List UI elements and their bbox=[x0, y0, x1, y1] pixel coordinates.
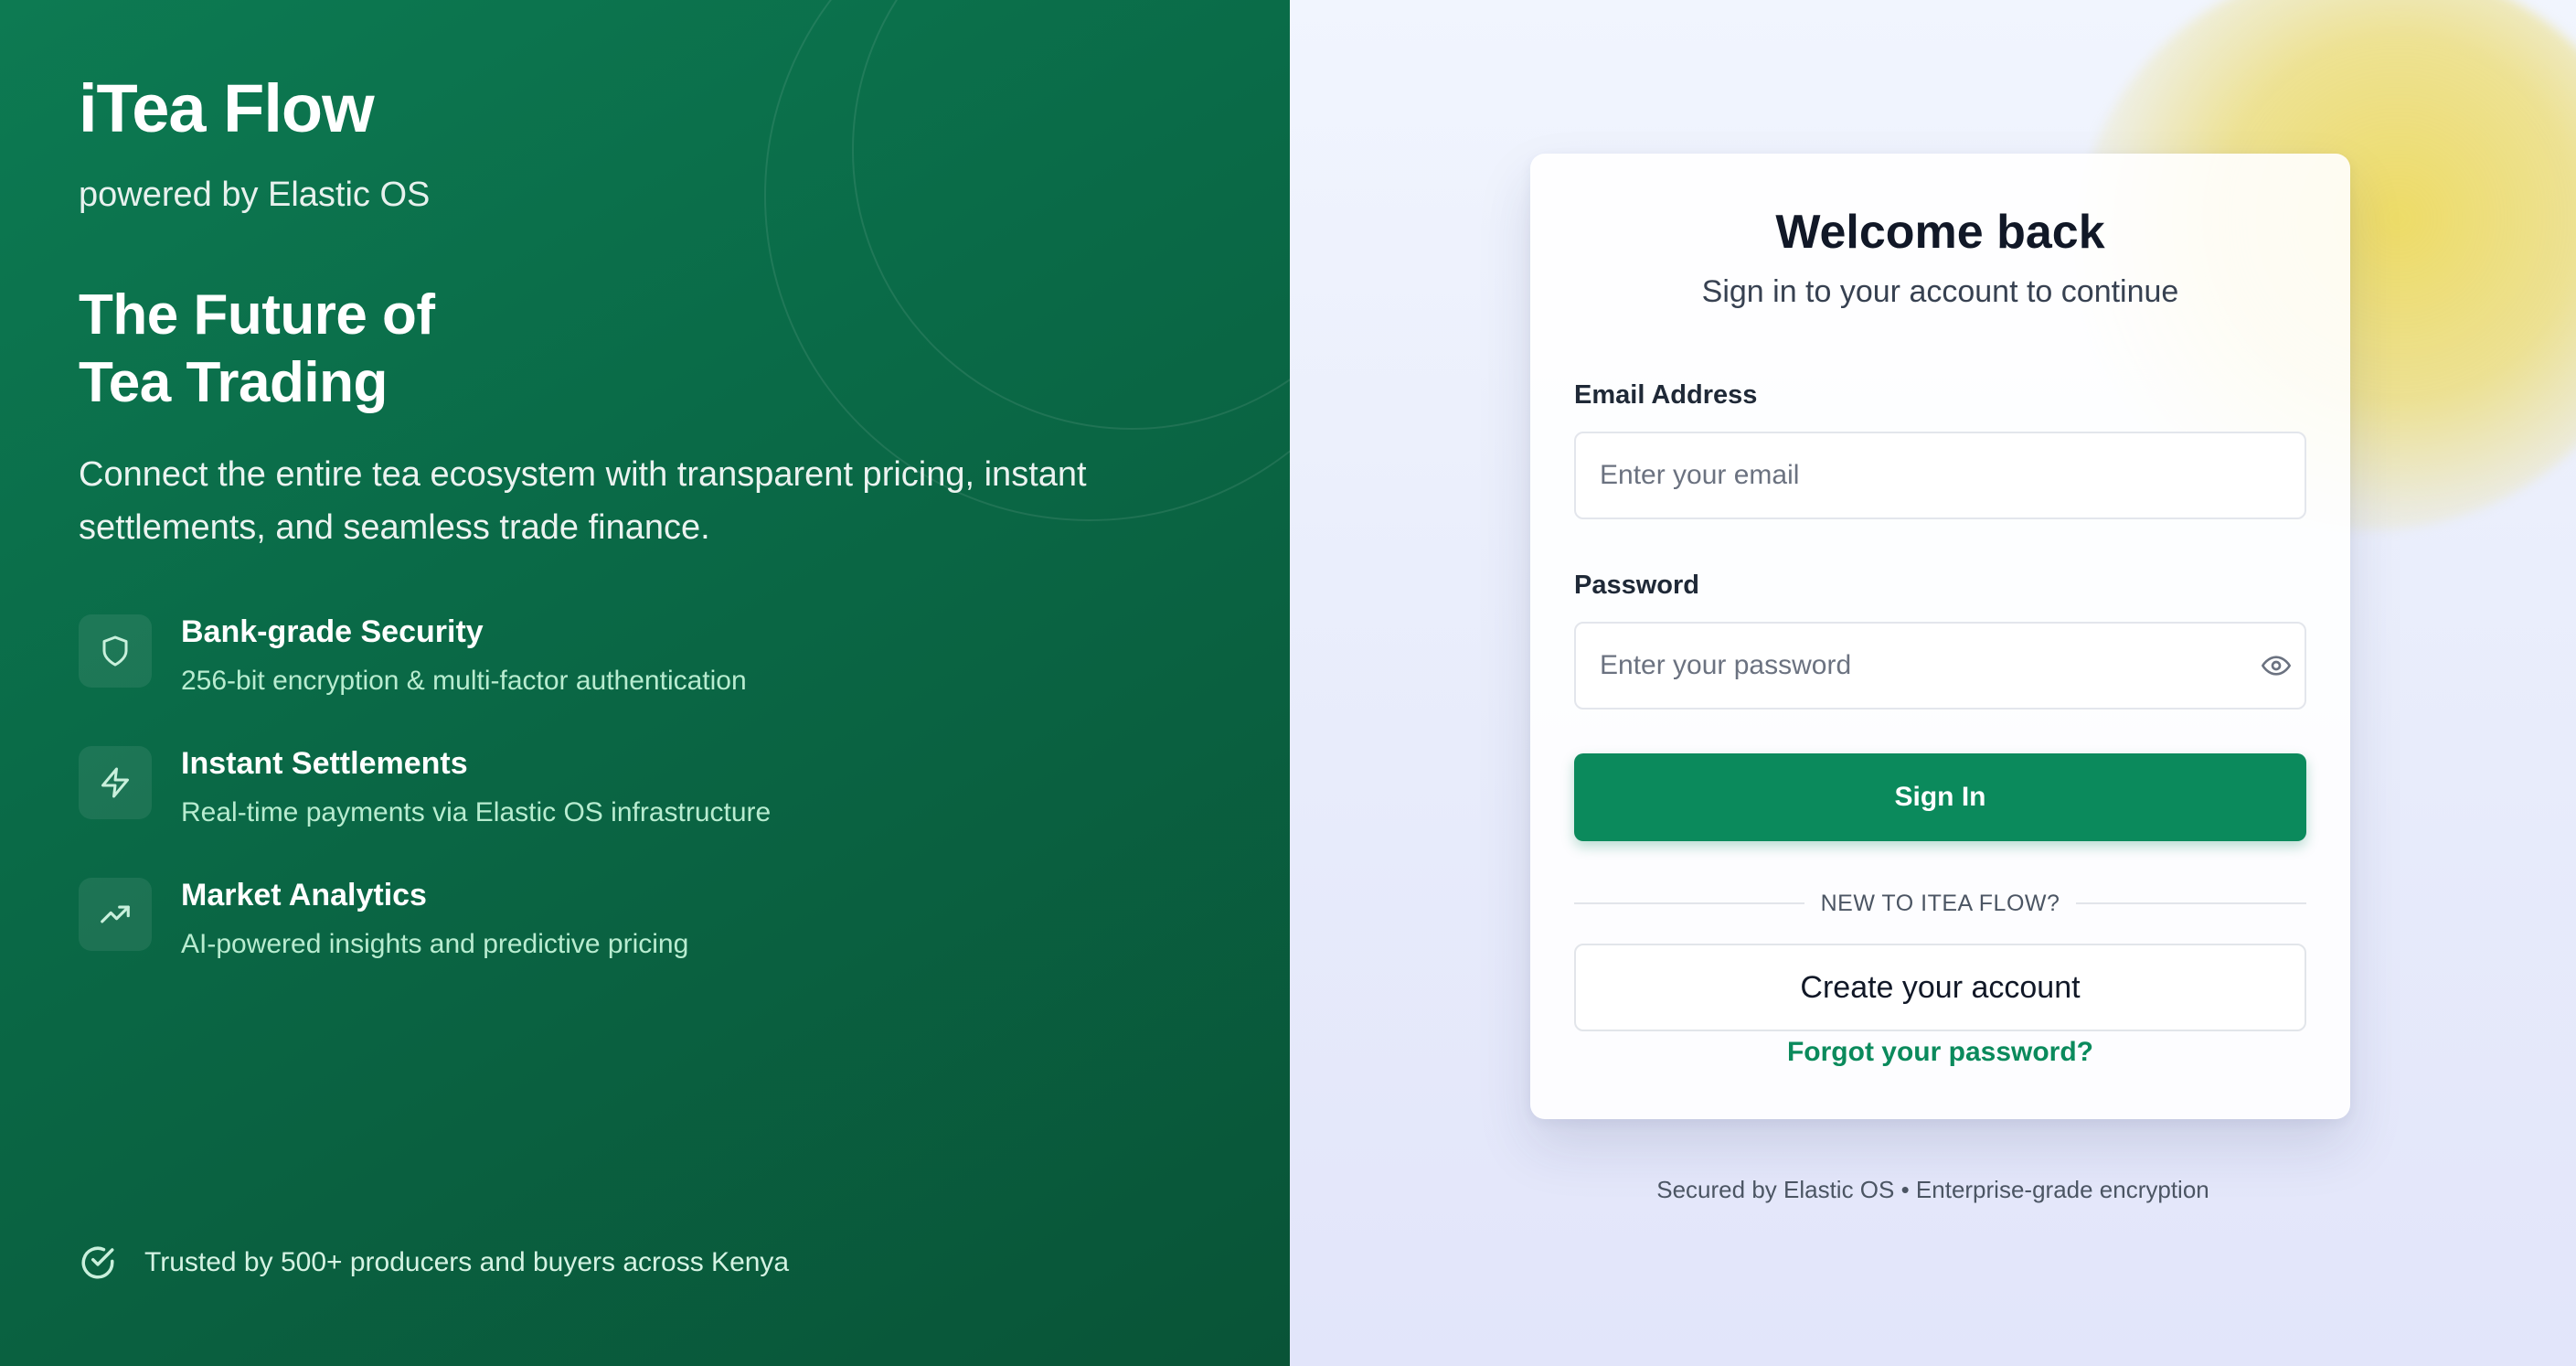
feature-security: Bank-grade Security 256-bit encryption &… bbox=[79, 614, 1176, 706]
feature-description: AI-powered insights and predictive prici… bbox=[181, 929, 689, 959]
divider-line bbox=[2076, 902, 2307, 904]
hero-heading: The Future of Tea Trading bbox=[79, 282, 810, 417]
brand-title: iTea Flow bbox=[79, 70, 375, 146]
password-label: Password bbox=[1574, 571, 1699, 600]
feature-title: Market Analytics bbox=[181, 878, 427, 912]
security-footer: Secured by Elastic OS • Enterprise-grade… bbox=[1656, 1176, 2209, 1203]
divider-line bbox=[1574, 902, 1804, 904]
divider-text: NEW TO ITEA FLOW? bbox=[1820, 890, 2060, 916]
feature-title: Instant Settlements bbox=[181, 746, 468, 781]
feature-description: 256-bit encryption & multi-factor authen… bbox=[181, 666, 747, 696]
password-field[interactable] bbox=[1574, 622, 2306, 710]
hero-line-1: The Future of bbox=[79, 283, 435, 347]
signup-divider: NEW TO ITEA FLOW? bbox=[1574, 885, 2307, 922]
feature-analytics: Market Analytics AI-powered insights and… bbox=[79, 878, 1176, 969]
forgot-password-link[interactable]: Forgot your password? bbox=[1530, 1037, 2350, 1068]
login-subtitle: Sign in to your account to continue bbox=[1701, 274, 2179, 309]
trending-up-icon bbox=[79, 878, 152, 951]
email-label: Email Address bbox=[1574, 380, 1758, 410]
shield-icon bbox=[79, 614, 152, 688]
feature-settlements: Instant Settlements Real-time payments v… bbox=[79, 746, 1176, 838]
feature-title: Bank-grade Security bbox=[181, 614, 484, 649]
eye-icon[interactable] bbox=[2262, 651, 2291, 680]
create-account-button[interactable]: Create your account bbox=[1574, 944, 2306, 1031]
brand-panel: iTea Flow powered by Elastic OS The Futu… bbox=[0, 0, 1290, 1366]
login-card: Welcome back Sign in to your account to … bbox=[1530, 154, 2350, 1119]
trusted-text: Trusted by 500+ producers and buyers acr… bbox=[144, 1247, 790, 1277]
brand-subtitle: powered by Elastic OS bbox=[79, 176, 431, 214]
sign-in-button[interactable]: Sign In bbox=[1574, 753, 2306, 841]
hero-line-2: Tea Trading bbox=[79, 351, 388, 414]
lightning-icon bbox=[79, 746, 152, 819]
login-title: Welcome back bbox=[1775, 206, 2105, 259]
trusted-badge: Trusted by 500+ producers and buyers acr… bbox=[79, 1243, 789, 1282]
hero-description: Connect the entire tea ecosystem with tr… bbox=[79, 455, 1087, 547]
check-circle-icon bbox=[81, 1246, 114, 1279]
feature-description: Real-time payments via Elastic OS infras… bbox=[181, 797, 772, 827]
email-field[interactable] bbox=[1574, 432, 2306, 519]
login-panel: Welcome back Sign in to your account to … bbox=[1290, 0, 2576, 1366]
